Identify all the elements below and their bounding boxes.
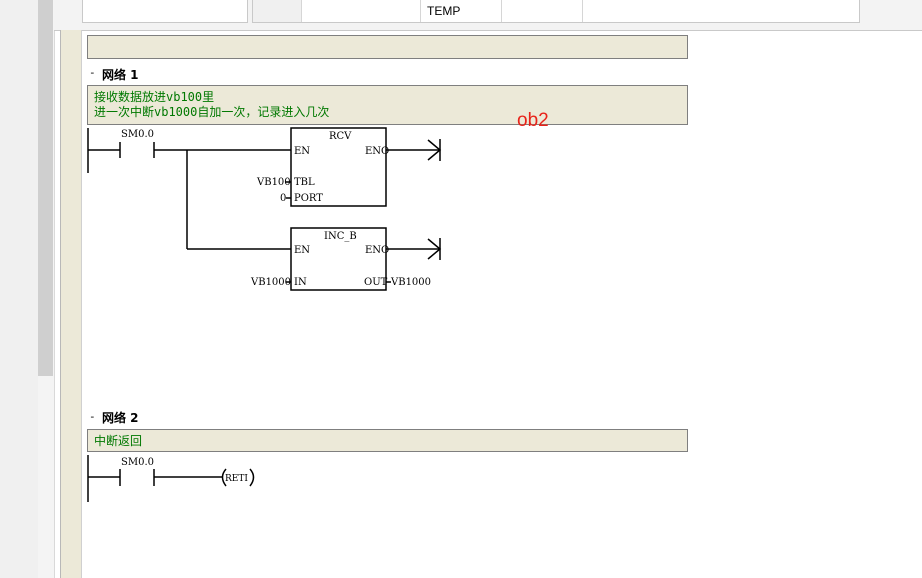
network-1-rung: SM0.0 RCV EN ENO TBL PORT VB100 0 INC_B … [87,127,442,291]
inc-b-box-name: INC_B [324,231,357,242]
rcv-en-pin: EN [294,146,310,157]
rcv-eno-pin: ENO [365,146,389,157]
rcv-port-pin: PORT [294,193,323,204]
inc-en-pin: EN [294,245,310,256]
inc-out-operand[interactable]: VB1000 [390,277,431,288]
ladder-diagram: SM0.0 RCV EN ENO TBL PORT VB100 0 INC_B … [87,127,442,502]
inc-in-operand[interactable]: VB1000 [250,277,291,288]
rcv-tbl-operand[interactable]: VB100 [256,177,291,188]
contact-address: SM0.0 [121,129,154,140]
sm0-0-contact[interactable] [119,469,155,486]
sm0-0-contact[interactable] [119,142,155,158]
inc-in-pin: IN [294,277,307,288]
rcv-tbl-pin: TBL [294,177,315,188]
inc-out-pin: OUT [364,277,388,288]
inc-eno-pin: ENO [365,245,389,256]
reti-coil[interactable]: RETI [221,468,255,487]
rcv-box-name: RCV [329,131,352,142]
rcv-port-operand[interactable]: 0 [280,193,286,204]
contact-address: SM0.0 [121,457,154,468]
network-2-rung: SM0.0 RETI [87,455,255,502]
reti-coil-label: RETI [225,474,248,484]
